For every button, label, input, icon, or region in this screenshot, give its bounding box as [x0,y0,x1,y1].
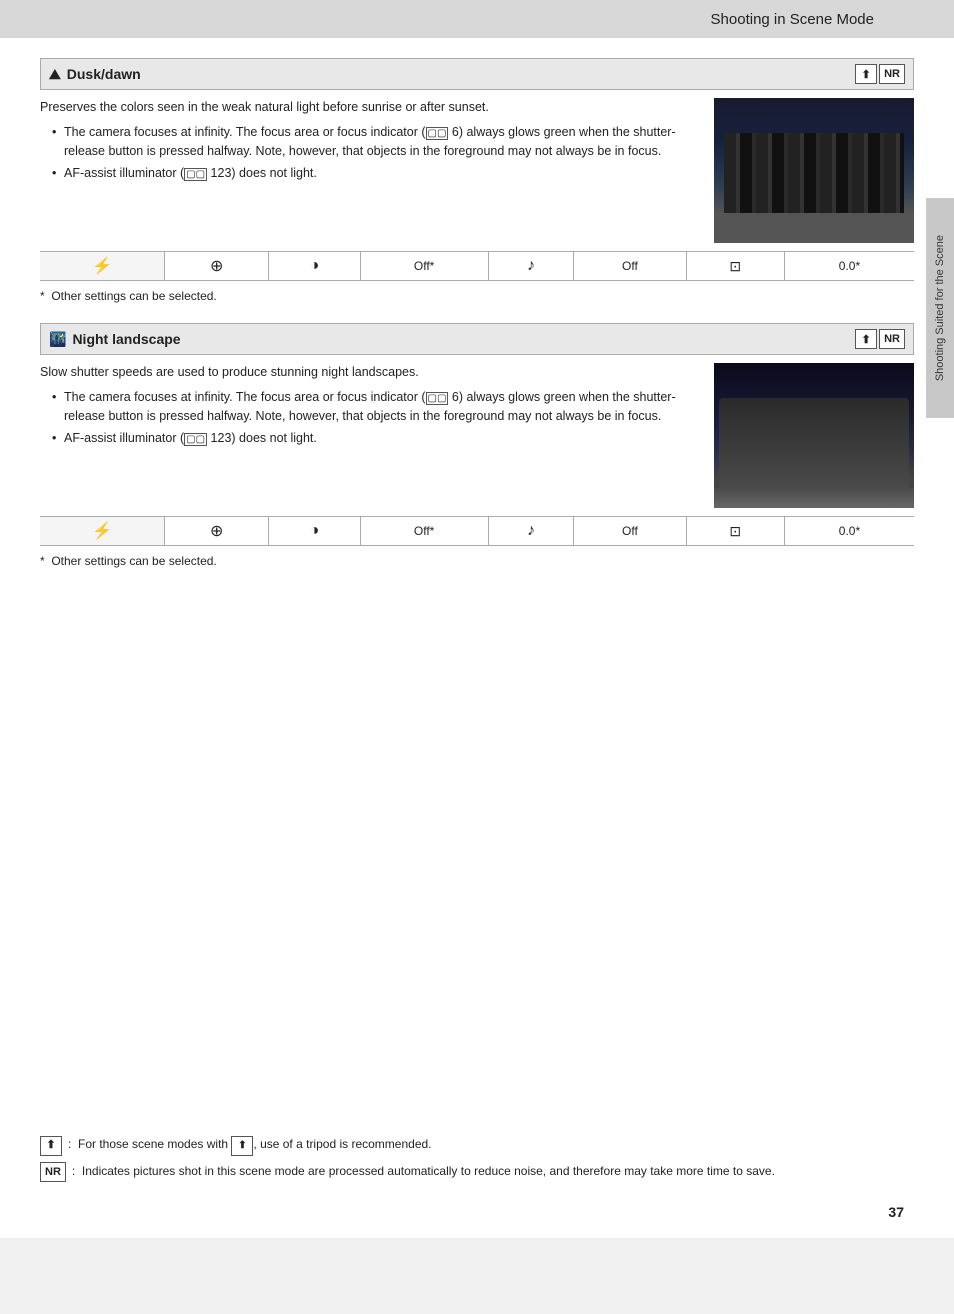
sidebar-tab-label: Shooting Suited for the Scene [934,235,946,381]
dusk-dawn-body: Preserves the colors seen in the weak na… [40,98,914,243]
night-landscape-text: Slow shutter speeds are used to produce … [40,363,702,508]
dusk-dawn-title-row: ⛰ Dusk/dawn [49,66,141,83]
night-nr-badge: NR [879,329,905,349]
dusk-dawn-header: ⛰ Dusk/dawn ⬆ NR [40,58,914,90]
night-landscape-scene-icon: 🌃 [49,331,66,348]
night-landscape-footnote: * Other settings can be selected. [40,554,914,568]
night-landscape-title-row: 🌃 Night landscape [49,331,181,348]
settings-timer: ⊕ [165,252,269,281]
dusk-dawn-scene-icon: ⛰ [49,66,61,83]
section-divider [40,313,914,323]
settings-off: Off [574,252,686,281]
header-bar: Shooting in Scene Mode [0,0,954,38]
footnote-nr-text: : Indicates pictures shot in this scene … [72,1162,775,1182]
settings-wb: ⊡ [686,252,784,281]
night-landscape-body: Slow shutter speeds are used to produce … [40,363,914,508]
settings-sound: ♪ [488,252,574,281]
settings-flash: ⚡ [40,252,165,281]
sidebar-tab: Shooting Suited for the Scene [926,198,954,418]
dusk-dawn-text: Preserves the colors seen in the weak na… [40,98,702,243]
night-landscape-badges: ⬆ NR [855,329,905,349]
dusk-dawn-image [714,98,914,243]
night-settings-wb: ⊡ [686,517,784,546]
dusk-dawn-intro: Preserves the colors seen in the weak na… [40,98,702,117]
dusk-dawn-bullet-1: The camera focuses at infinity. The focu… [52,123,702,161]
night-landscape-bullet-2: AF-assist illuminator (▢▢ 123) does not … [52,429,702,448]
settings-macro: ◑ [269,252,360,281]
night-settings-macro: ◑ [269,517,360,546]
footnote-tripod: ⬆ : For those scene modes with ⬆, use of… [40,1135,874,1156]
night-settings-timer: ⊕ [165,517,269,546]
main-content: ⛰ Dusk/dawn ⬆ NR Preserves the colors se… [0,38,954,1238]
footnote-nr-icon: NR [40,1162,66,1182]
dusk-dawn-bullets: The camera focuses at infinity. The focu… [40,123,702,183]
page-number: 37 [888,1204,904,1220]
footnote-nr: NR : Indicates pictures shot in this sce… [40,1162,874,1182]
night-landscape-header: 🌃 Night landscape ⬆ NR [40,323,914,355]
bottom-footnotes: ⬆ : For those scene modes with ⬆, use of… [40,1135,874,1188]
settings-ev: 0.0* [784,252,914,281]
tripod-badge: ⬆ [855,64,877,84]
settings-exp: Off* [360,252,488,281]
footnote-tripod-text: : For those scene modes with ⬆, use of a… [68,1135,432,1156]
night-landscape-intro: Slow shutter speeds are used to produce … [40,363,702,382]
night-settings-off: Off [574,517,686,546]
dusk-dawn-bullet-2: AF-assist illuminator (▢▢ 123) does not … [52,164,702,183]
page-title: Shooting in Scene Mode [711,11,874,28]
dusk-dawn-photo [714,98,914,243]
night-settings-flash: ⚡ [40,517,165,546]
night-landscape-bullet-1: The camera focuses at infinity. The focu… [52,388,702,426]
footnote-tripod-icon: ⬆ [40,1135,62,1156]
night-landscape-section: 🌃 Night landscape ⬆ NR Slow shutter spee… [40,323,914,568]
night-landscape-title: Night landscape [72,331,180,347]
dusk-dawn-settings-table: ⚡ ⊕ ◑ Off* ♪ Off ⊡ 0.0* [40,251,914,281]
nr-badge: NR [879,64,905,84]
night-settings-ev: 0.0* [784,517,914,546]
night-settings-exp: Off* [360,517,488,546]
night-settings-sound: ♪ [488,517,574,546]
dusk-dawn-section: ⛰ Dusk/dawn ⬆ NR Preserves the colors se… [40,58,914,303]
dusk-dawn-title: Dusk/dawn [67,66,141,82]
night-landscape-bullets: The camera focuses at infinity. The focu… [40,388,702,448]
night-landscape-image [714,363,914,508]
dusk-dawn-footnote: * Other settings can be selected. [40,289,914,303]
night-landscape-photo [714,363,914,508]
dusk-dawn-badges: ⬆ NR [855,64,905,84]
night-landscape-settings-table: ⚡ ⊕ ◑ Off* ♪ Off ⊡ 0.0* [40,516,914,546]
night-tripod-badge: ⬆ [855,329,877,349]
